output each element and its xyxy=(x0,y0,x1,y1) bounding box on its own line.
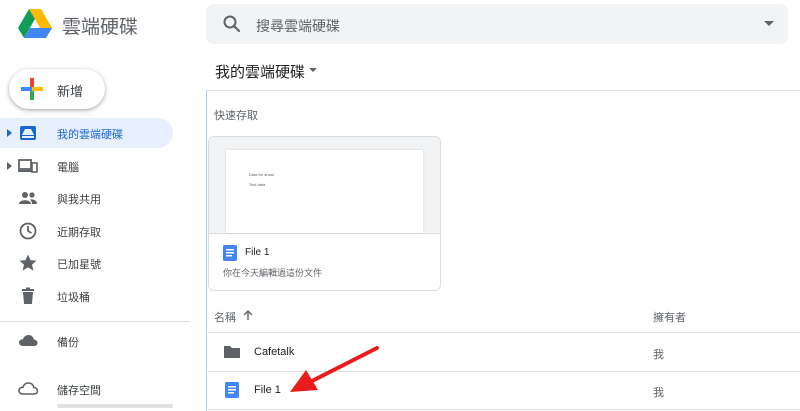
page-title[interactable]: 我的雲端硬碟 xyxy=(215,61,305,82)
plus-icon xyxy=(21,78,43,100)
sidebar-item-storage[interactable]: 儲存空間 xyxy=(0,374,173,404)
expand-arrow-icon[interactable] xyxy=(7,129,12,137)
sidebar-item-label: 電腦 xyxy=(57,162,79,174)
quick-access-title: 快速存取 xyxy=(214,110,258,122)
expand-arrow-icon[interactable] xyxy=(7,162,12,170)
trash-icon xyxy=(18,286,38,306)
card-file-name: File 1 xyxy=(245,247,270,258)
annotation-arrow-icon xyxy=(280,340,390,400)
list-header: 名稱 擁有者 xyxy=(206,296,800,333)
main-divider xyxy=(206,90,800,91)
preview-page: Data for share Test data xyxy=(226,150,423,233)
sidebar-item-label: 已加星號 xyxy=(57,259,101,271)
storage-usage-bar xyxy=(57,404,173,408)
sidebar-item-label: 垃圾桶 xyxy=(57,292,90,304)
arrow-up-icon[interactable] xyxy=(242,308,254,320)
computer-icon xyxy=(18,156,38,176)
new-button-label: 新增 xyxy=(57,84,84,99)
row-file-name: File 1 xyxy=(254,384,281,396)
search-options-caret-icon[interactable] xyxy=(764,21,774,26)
sidebar-divider xyxy=(0,321,190,322)
sidebar-item-trash[interactable]: 垃圾桶 xyxy=(0,281,173,311)
file-preview: Data for share Test data xyxy=(209,137,440,234)
sidebar-item-computers[interactable]: 電腦 xyxy=(0,151,173,181)
new-button[interactable]: 新增 xyxy=(9,69,105,109)
drive-icon xyxy=(18,123,38,143)
search-bar[interactable]: 搜尋雲端硬碟 xyxy=(206,4,788,44)
cloud-outline-icon xyxy=(18,379,39,399)
sidebar-item-my-drive[interactable]: 我的雲端硬碟 xyxy=(0,118,173,148)
drive-logo-icon[interactable] xyxy=(18,9,52,39)
card-subtitle: 你在今天編輯過這份文件 xyxy=(223,268,323,278)
cloud-icon xyxy=(18,331,38,351)
folder-icon xyxy=(223,343,241,361)
docs-icon xyxy=(223,381,241,399)
preview-text: Test data xyxy=(249,182,266,187)
search-input[interactable]: 搜尋雲端硬碟 xyxy=(256,16,340,36)
app-name: 雲端硬碟 xyxy=(62,17,139,38)
sidebar-item-starred[interactable]: 已加星號 xyxy=(0,248,173,278)
preview-text: Data for share xyxy=(249,172,275,177)
quick-access-card[interactable]: Data for share Test data File 1 你在今天編輯過這… xyxy=(208,136,441,291)
column-header-owner[interactable]: 擁有者 xyxy=(653,309,686,325)
row-owner: 我 xyxy=(653,387,664,399)
people-icon xyxy=(18,188,38,208)
sidebar-item-recent[interactable]: 近期存取 xyxy=(0,216,173,246)
column-header-name[interactable]: 名稱 xyxy=(214,309,236,325)
sidebar-item-label: 與我共用 xyxy=(57,194,101,206)
docs-icon xyxy=(223,245,237,261)
star-icon xyxy=(18,253,38,273)
chevron-down-icon[interactable] xyxy=(309,68,317,72)
row-owner: 我 xyxy=(653,349,664,361)
sidebar-item-label: 近期存取 xyxy=(57,227,101,239)
sidebar-item-label: 儲存空間 xyxy=(57,385,101,397)
sidebar-item-label: 我的雲端硬碟 xyxy=(57,129,123,141)
clock-icon xyxy=(18,221,38,241)
sidebar-item-label: 備份 xyxy=(57,337,79,349)
sidebar-item-shared[interactable]: 與我共用 xyxy=(0,183,173,213)
search-icon[interactable] xyxy=(222,14,242,34)
sidebar-item-backups[interactable]: 備份 xyxy=(0,326,173,356)
